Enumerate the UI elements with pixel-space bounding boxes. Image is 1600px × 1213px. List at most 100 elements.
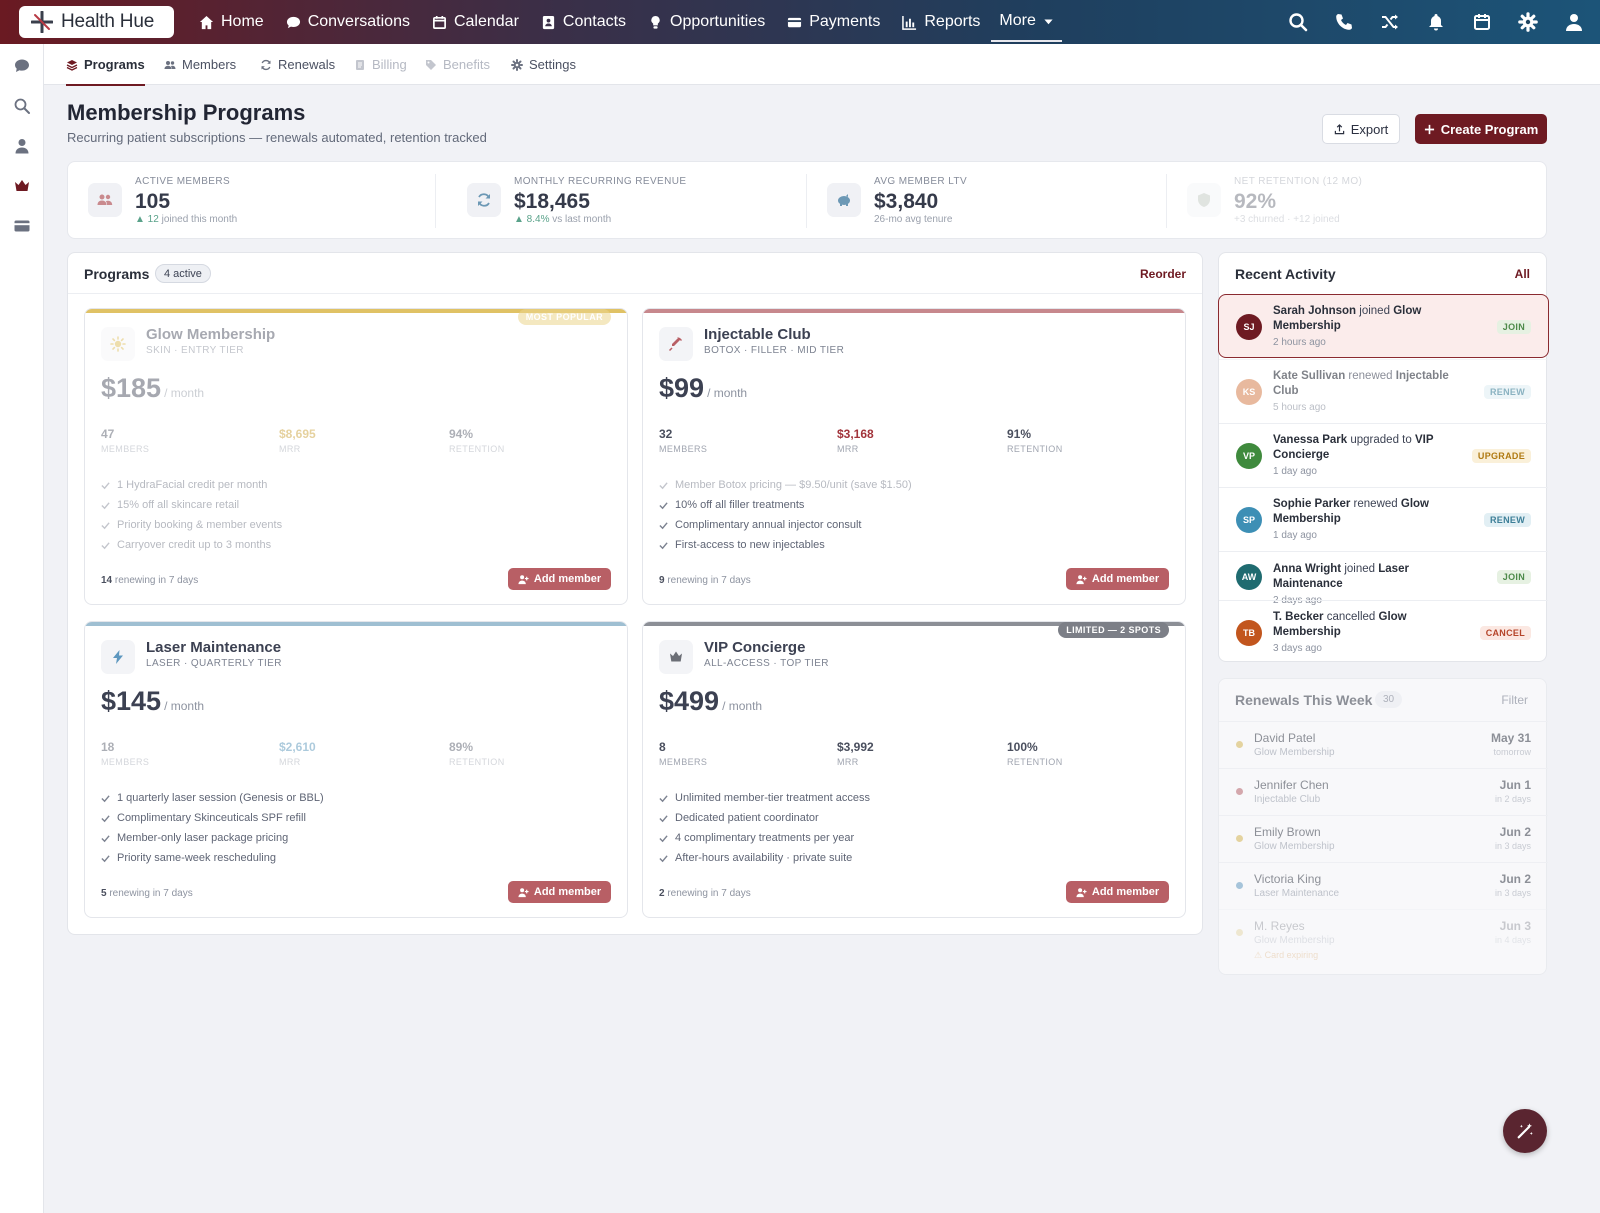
rail-contacts[interactable] <box>13 137 31 155</box>
renewals-filter-link[interactable]: Filter <box>1501 693 1528 707</box>
renewal-item[interactable]: Emily Brown Glow Membership Jun 2 in 3 days <box>1219 815 1548 862</box>
add-member-button[interactable]: Add member <box>508 568 611 590</box>
check-icon <box>101 481 110 489</box>
tab-benefits[interactable]: Benefits <box>425 44 490 85</box>
tab-billing[interactable]: Billing <box>354 44 407 85</box>
export-button[interactable]: Export <box>1322 114 1400 144</box>
activity-all-link[interactable]: All <box>1515 267 1530 281</box>
renewal-item[interactable]: Jennifer Chen Injectable Club Jun 1 in 2 da… <box>1219 768 1548 815</box>
calendar-button[interactable] <box>1472 12 1492 32</box>
activity-verb: joined <box>1359 305 1390 317</box>
renewal-relative-date: tomorrow <box>1493 747 1531 757</box>
rail-memberships[interactable] <box>13 177 31 195</box>
top-navigation-bar: Health Hue Home Conversations Calendar C… <box>0 0 1600 44</box>
profile-button[interactable] <box>1564 12 1584 32</box>
program-name: Laser Maintenance <box>146 639 282 656</box>
program-card-vip[interactable]: LIMITED — 2 SPOTS VIP Concierge ALL-ACCE… <box>642 621 1186 918</box>
activity-time: 1 day ago <box>1273 466 1317 477</box>
program-color-dot <box>1236 835 1243 842</box>
most-popular-badge: MOST POPULAR <box>517 309 611 325</box>
add-member-button[interactable]: Add member <box>1066 881 1169 903</box>
activity-item[interactable]: AW Anna Wright joined Laser Maintenance 2 … <box>1219 551 1548 606</box>
nav-conversations[interactable]: Conversations <box>275 0 421 44</box>
magic-assist-button[interactable] <box>1503 1109 1547 1153</box>
tab-renewals[interactable]: Renewals <box>260 44 335 85</box>
shuffle-button[interactable] <box>1380 12 1400 32</box>
nav-calendar[interactable]: Calendar <box>421 0 530 44</box>
tab-settings[interactable]: Settings <box>511 44 576 85</box>
add-member-button[interactable]: Add member <box>508 881 611 903</box>
activity-item[interactable]: TB T. Becker cancelled Glow Membership 3 d… <box>1219 600 1548 658</box>
program-color-dot <box>1236 741 1243 748</box>
phone-button[interactable] <box>1334 12 1354 32</box>
benefit-text: Complimentary Skinceuticals SPF refill <box>117 812 306 824</box>
chat-icon <box>15 59 29 72</box>
stat-mrr: MONTHLY RECURRING REVENUE $18,465 ▲ 8.4%… <box>447 162 787 240</box>
metric-mrr: $2,610 MRR <box>279 740 316 767</box>
activity-time: 1 day ago <box>1273 530 1317 541</box>
renewing-count: 5 <box>101 888 107 899</box>
sub-navigation: Programs Members Renewals Billing Benefi… <box>44 44 1600 86</box>
renewal-date: Jun 2 <box>1499 825 1531 839</box>
card-accent-bar <box>85 622 627 626</box>
rail-payments[interactable] <box>13 217 31 235</box>
activity-person: Sophie Parker <box>1273 498 1351 510</box>
card-expiring-warning: ⚠ Card expiring <box>1254 950 1319 960</box>
tab-programs[interactable]: Programs <box>66 44 145 86</box>
metric-label: MEMBERS <box>659 757 708 767</box>
benefit-item: 15% off all skincare retail <box>101 495 282 515</box>
renewal-item[interactable]: Victoria King Laser Maintenance Jun 2 in 3 … <box>1219 862 1548 909</box>
recent-activity-panel: Recent Activity All SJ Sarah Johnson join… <box>1218 252 1549 662</box>
stat-avg-ltv: AVG MEMBER LTV $3,840 26-mo avg tenure <box>807 162 1147 240</box>
rail-conversations[interactable] <box>13 57 31 75</box>
benefit-item: Dedicated patient coordinator <box>659 808 870 828</box>
program-name: VIP Concierge <box>704 639 806 656</box>
renewal-item[interactable]: David Patel Glow Membership May 31 tomorrow <box>1219 721 1548 768</box>
program-tier: LASER · QUARTERLY TIER <box>146 658 282 669</box>
syringe-icon <box>668 337 682 352</box>
renewals-count-badge: 30 <box>1375 691 1403 708</box>
notifications-button[interactable] <box>1426 12 1446 32</box>
rail-search[interactable] <box>13 97 31 115</box>
renewal-item[interactable]: M. Reyes Glow Membership Jun 3 in 4 days ⚠ C… <box>1219 909 1548 960</box>
create-program-button[interactable]: Create Program <box>1415 114 1547 144</box>
left-rail <box>0 44 44 1213</box>
stat-note: ▲ 8.4% vs last month <box>514 214 611 225</box>
check-icon <box>659 541 668 549</box>
benefit-item: 1 HydraFacial credit per month <box>101 475 282 495</box>
reorder-link[interactable]: Reorder <box>1140 267 1186 281</box>
page-title: Membership Programs <box>67 100 306 125</box>
tab-label: Programs <box>84 57 145 72</box>
nav-home[interactable]: Home <box>188 0 275 44</box>
nav-payments[interactable]: Payments <box>776 0 891 44</box>
program-card-glow[interactable]: MOST POPULAR Glow Membership SKIN · ENTR… <box>84 308 628 605</box>
price-amount: $499 <box>659 686 720 716</box>
add-member-button[interactable]: Add member <box>1066 568 1169 590</box>
nav-opportunities[interactable]: Opportunities <box>637 0 776 44</box>
avatar: VP <box>1236 443 1262 469</box>
activity-item[interactable]: VP Vanessa Park upgraded to VIP Concierge… <box>1219 423 1548 487</box>
metric-label: MEMBERS <box>101 444 150 454</box>
nav-contacts[interactable]: Contacts <box>530 0 637 44</box>
gear-icon <box>1518 12 1538 32</box>
activity-item[interactable]: KS Kate Sullivan renewed Injectable Club 5… <box>1219 359 1548 423</box>
search-button[interactable] <box>1288 12 1308 32</box>
activity-item[interactable]: SP Sophie Parker renewed Glow Membership 1… <box>1219 487 1548 551</box>
nav-label: Home <box>221 13 264 30</box>
program-tier: BOTOX · FILLER · MID TIER <box>704 345 845 356</box>
crown-icon <box>15 180 29 191</box>
program-card-laser[interactable]: Laser Maintenance LASER · QUARTERLY TIER… <box>84 621 628 918</box>
brand-logo[interactable]: Health Hue <box>19 6 174 38</box>
stat-note: ▲ 12 joined this month <box>135 214 237 225</box>
activity-person: Vanessa Park <box>1273 434 1348 446</box>
add-member-label: Add member <box>1091 573 1160 585</box>
program-color-dot <box>1236 882 1243 889</box>
nav-more-dropdown[interactable]: More <box>991 2 1062 42</box>
tab-members[interactable]: Members <box>164 44 236 85</box>
nav-reports[interactable]: Reports <box>891 0 991 44</box>
activity-item[interactable]: SJ Sarah Johnson joined Glow Membership 2 … <box>1218 294 1549 358</box>
program-card-injectable[interactable]: Injectable Club BOTOX · FILLER · MID TIE… <box>642 308 1186 605</box>
bell-icon <box>1429 14 1443 31</box>
settings-button[interactable] <box>1518 12 1538 32</box>
user-plus-icon <box>1076 574 1087 584</box>
